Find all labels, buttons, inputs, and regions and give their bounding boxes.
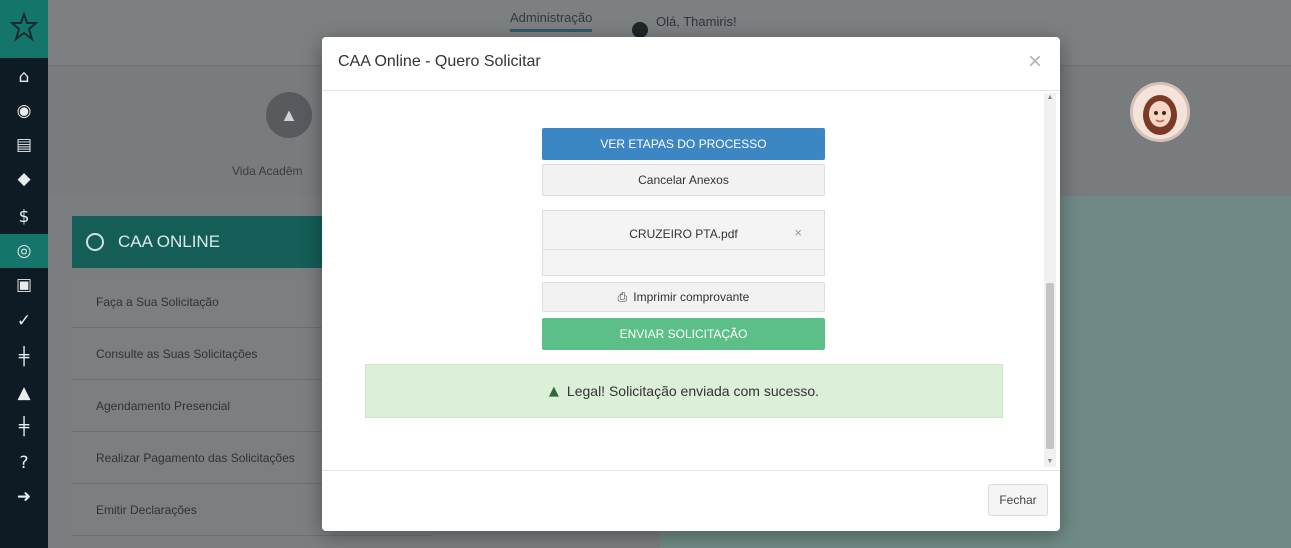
- close-button[interactable]: Fechar: [988, 484, 1048, 516]
- avatar[interactable]: [1130, 82, 1190, 142]
- check-circle-icon[interactable]: ✓: [0, 304, 48, 338]
- logo[interactable]: [0, 0, 48, 58]
- printer-icon: ⎙: [617, 289, 628, 304]
- modal-footer: Fechar: [322, 470, 1060, 531]
- attached-file-name: CRUZEIRO PTA.pdf: [629, 227, 738, 241]
- print-receipt-button[interactable]: ⎙ Imprimir comprovante: [542, 282, 825, 312]
- remove-file-icon[interactable]: ×: [794, 225, 802, 240]
- section-title: CAA ONLINE: [118, 232, 221, 251]
- scroll-thumb[interactable]: [1046, 283, 1054, 449]
- home-icon[interactable]: ⌂: [0, 60, 48, 94]
- avatar-image: [1133, 85, 1187, 139]
- id-card-icon[interactable]: ▣: [0, 268, 48, 302]
- attachment-list: CRUZEIRO PTA.pdf ×: [542, 210, 825, 276]
- divider: [543, 249, 824, 250]
- help-icon[interactable]: ?: [0, 446, 48, 480]
- icon-sidebar: ⌂ ◉ ▤ ◆ $ ◎ ▣ ✓ ╪ ▲ ╪? ➜: [0, 0, 48, 548]
- user-icon: [632, 22, 648, 38]
- modal-body: VER ETAPAS DO PROCESSO Cancelar Anexos C…: [322, 92, 1060, 470]
- greeting: Olá, Thamiris!: [656, 14, 737, 29]
- scroll-up-icon[interactable]: ▲: [1044, 93, 1056, 103]
- scroll-down-icon[interactable]: ▼: [1044, 457, 1056, 467]
- modal-title: CAA Online - Quero Solicitar: [338, 53, 541, 70]
- document-icon[interactable]: ▤: [0, 128, 48, 162]
- bell-icon: ▲: [548, 383, 559, 399]
- caa-icon: [86, 233, 104, 251]
- modal-header: CAA Online - Quero Solicitar ×: [322, 37, 1060, 91]
- star-logo-icon: [10, 12, 38, 42]
- graduation-icon[interactable]: ◆: [0, 162, 48, 196]
- tab-administracao[interactable]: Administração: [510, 10, 593, 32]
- close-icon[interactable]: ×: [1022, 49, 1048, 75]
- caa-icon[interactable]: ◎: [0, 234, 48, 268]
- card-label-vida-academica[interactable]: Vida Acadêm: [232, 164, 303, 178]
- user-icon[interactable]: ◉: [0, 94, 48, 128]
- success-message: Legal! Solicitação enviada com sucesso.: [566, 383, 820, 399]
- bell-icon[interactable]: ▲: [0, 376, 48, 410]
- success-alert: ▲ Legal! Solicitação enviada com sucesso…: [365, 364, 1003, 418]
- signpost-icon[interactable]: ╪: [0, 410, 48, 444]
- request-modal: CAA Online - Quero Solicitar × VER ETAPA…: [322, 37, 1060, 531]
- send-request-button[interactable]: ENVIAR SOLICITAÇÃO: [542, 318, 825, 350]
- print-button-label: Imprimir comprovante: [633, 290, 750, 304]
- cancel-attachments-button[interactable]: Cancelar Anexos: [542, 164, 825, 196]
- logout-icon[interactable]: ➜: [0, 480, 48, 514]
- view-steps-button[interactable]: VER ETAPAS DO PROCESSO: [542, 128, 825, 160]
- dollar-icon[interactable]: $: [0, 200, 48, 234]
- signpost-icon[interactable]: ╪: [0, 340, 48, 374]
- graduation-cap-icon[interactable]: ▲: [266, 92, 312, 138]
- modal-scrollbar[interactable]: ▲ ▼: [1044, 93, 1056, 467]
